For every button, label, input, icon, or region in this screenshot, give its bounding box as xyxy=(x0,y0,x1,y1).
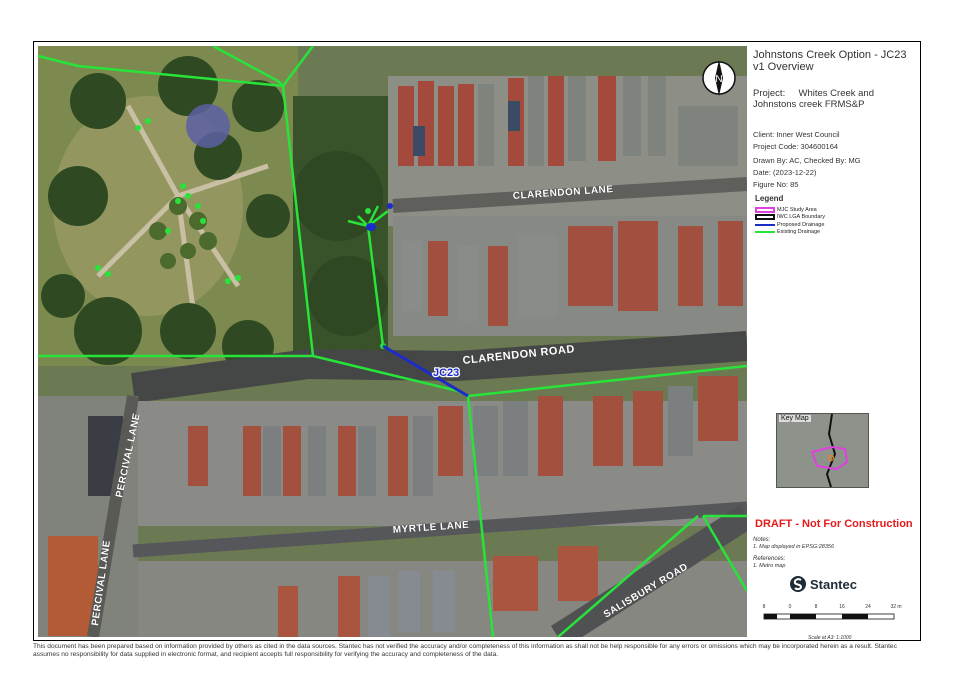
map-sheet: JC23 CLARENDON LANE CLARENDON ROAD PERCI… xyxy=(0,0,955,676)
legend-item-iwc-lga-boundary: IWC LGA Boundary xyxy=(755,214,825,220)
north-letter: N xyxy=(715,74,722,85)
project-info: Project: Whites Creek and Johnstons cree… xyxy=(753,88,915,110)
scale-tick-label: 8 xyxy=(815,604,818,610)
legend-label: Existing Drainage xyxy=(777,229,821,235)
legend-swatch-magenta xyxy=(755,207,775,213)
houses-middle xyxy=(393,216,747,336)
project-code-row: Project Code: 304600164 xyxy=(753,142,839,151)
aerial-map[interactable]: JC23 CLARENDON LANE CLARENDON ROAD PERCI… xyxy=(38,46,747,637)
proposed-drainage-pit[interactable] xyxy=(366,223,376,231)
key-map-label: Key Map xyxy=(779,415,811,422)
key-map[interactable]: Key Map xyxy=(776,413,869,488)
legend-label: IWC LGA Boundary xyxy=(777,214,825,220)
drawn-by-row: Drawn By: AC, Checked By: MG xyxy=(753,156,861,165)
legend-title: Legend xyxy=(755,194,784,203)
map-title: Johnstons Creek Option - JC23 v1 Overvie… xyxy=(753,49,907,73)
legend-item-proposed-drainage: Proposed Drainage xyxy=(755,222,824,228)
legend-swatch-black xyxy=(755,214,775,220)
legend-item-existing-drainage: Existing Drainage xyxy=(755,229,820,235)
north-arrow-icon: N xyxy=(702,60,736,96)
legend-label: Proposed Drainage xyxy=(777,222,825,228)
legend-item-mjc-study-area: MJC Study Area xyxy=(755,207,817,213)
stantec-logo-text: Stantec xyxy=(810,576,857,592)
scale-tick-label: 0 xyxy=(789,604,792,610)
references-item: 1. Metro map xyxy=(753,563,786,569)
scale-text: Scale at A3: 1:1000 xyxy=(808,635,852,641)
draft-notice: DRAFT - Not For Construction xyxy=(755,518,913,530)
scale-bar: 8 0 8 16 24 32 m xyxy=(760,600,910,630)
key-map-canvas xyxy=(777,414,868,487)
date-row: Date: (2023-12-22) xyxy=(753,168,817,177)
disclaimer: This document has been prepared based on… xyxy=(33,643,897,658)
client-row: Client: Inner West Council xyxy=(753,130,840,139)
scale-tick-label: 16 xyxy=(839,604,845,610)
legend-swatch-blue-line xyxy=(755,224,775,226)
jacaranda-tree xyxy=(186,104,230,148)
stantec-logo-icon xyxy=(790,576,806,592)
project-label: Project: xyxy=(753,88,786,99)
figure-no-row: Figure No: 85 xyxy=(753,180,799,189)
notes-item: 1. Map displayed in EPSG:28356 xyxy=(753,544,835,550)
map-canvas: JC23 CLARENDON LANE CLARENDON ROAD PERCI… xyxy=(38,46,747,637)
proposed-drainage-pit[interactable] xyxy=(387,203,393,209)
scale-tick-label: 24 xyxy=(865,604,871,610)
scale-tick-label: 32 m xyxy=(890,604,901,610)
legend-label: MJC Study Area xyxy=(777,207,817,213)
pipe-label-jc23[interactable]: JC23 xyxy=(432,366,461,381)
stantec-logo: Stantec xyxy=(790,576,857,592)
scale-tick-label: 8 xyxy=(763,604,766,610)
legend-swatch-green-line xyxy=(755,231,775,233)
title-panel: Johnstons Creek Option - JC23 v1 Overvie… xyxy=(748,46,920,641)
